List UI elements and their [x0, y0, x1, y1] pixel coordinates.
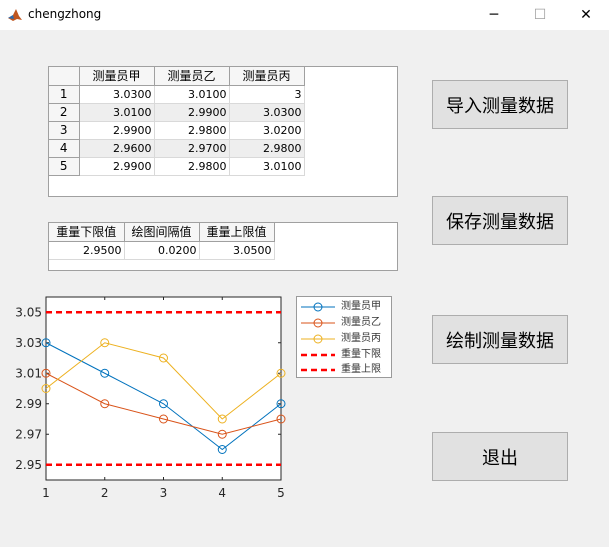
chart-legend[interactable]: 测量员甲 测量员乙 测量员丙 重量下限 重量上限: [296, 296, 392, 378]
series-layer: [41, 311, 286, 466]
import-data-button[interactable]: 导入测量数据: [432, 80, 568, 129]
data-point: [217, 445, 227, 454]
legend-label: 重量下限: [341, 349, 381, 360]
x-tick-label: 2: [101, 486, 109, 500]
table-cell[interactable]: 3.0200: [229, 121, 305, 140]
table-cell[interactable]: 0.0200: [124, 241, 200, 260]
x-tick-label: 4: [218, 486, 226, 500]
table-cell[interactable]: 2.9500: [49, 241, 125, 260]
table-cell[interactable]: 2.9800: [229, 139, 305, 158]
limits-table[interactable]: 重量下限值 绘图间隔值 重量上限值 2.9500 0.0200 3.0500: [49, 223, 275, 260]
row-header[interactable]: 5: [49, 157, 80, 176]
data-point: [276, 368, 286, 378]
series-line-2: [45, 372, 282, 435]
x-tick-label: 3: [160, 486, 168, 500]
column-header[interactable]: 测量员丙: [229, 67, 305, 86]
legend-label: 测量员乙: [341, 317, 381, 328]
column-header[interactable]: 测量员乙: [154, 67, 230, 86]
maximize-button[interactable]: ☐: [517, 0, 563, 30]
y-tick-label: 3.05: [15, 305, 42, 319]
table-row[interactable]: 1 3.0300 3.0100 3: [49, 85, 305, 104]
y-tick-label: 3.03: [15, 336, 42, 350]
legend-swatch: [301, 334, 335, 344]
data-point: [217, 414, 227, 424]
row-header[interactable]: 1: [49, 85, 80, 104]
table-cell[interactable]: 2.9900: [79, 157, 155, 176]
x-tick-label: 1: [42, 486, 50, 500]
table-cell[interactable]: 3.0300: [79, 85, 155, 104]
table-cell[interactable]: 2.9600: [79, 139, 155, 158]
table-row[interactable]: 3 2.9900 2.9800 3.0200: [49, 121, 305, 140]
table-cell[interactable]: 3.0100: [79, 103, 155, 122]
exit-button[interactable]: 退出: [432, 432, 568, 481]
table-row[interactable]: 2 3.0100 2.9900 3.0300: [49, 103, 305, 122]
row-header[interactable]: 3: [49, 121, 80, 140]
legend-swatch: [301, 318, 335, 328]
table-cell[interactable]: 2.9800: [154, 121, 230, 140]
table-cell[interactable]: 3: [229, 85, 305, 104]
legend-label: 测量员丙: [341, 333, 381, 344]
y-tick-label: 3.01: [15, 366, 42, 380]
table-cell[interactable]: 2.9900: [79, 121, 155, 140]
column-header[interactable]: 测量员甲: [79, 67, 155, 86]
close-button[interactable]: ✕: [563, 0, 609, 30]
title-bar: chengzhong ─ ☐ ✕: [0, 0, 609, 30]
data-point: [100, 399, 110, 409]
table-cell[interactable]: 3.0500: [199, 241, 275, 260]
legend-swatch: [301, 302, 335, 312]
data-point: [159, 414, 168, 424]
legend-item: 重量上限: [297, 363, 393, 377]
plot-area: [45, 296, 282, 481]
series-line-1: [45, 342, 282, 451]
table-row[interactable]: 4 2.9600 2.9700 2.9800: [49, 139, 305, 158]
table-row[interactable]: 5 2.9900 2.9800 3.0100: [49, 157, 305, 176]
row-header[interactable]: 2: [49, 103, 80, 122]
x-tick-label: 5: [277, 486, 285, 500]
row-header[interactable]: 4: [49, 139, 80, 158]
column-header[interactable]: 重量下限值: [49, 223, 125, 242]
column-header[interactable]: 绘图间隔值: [124, 223, 200, 242]
data-point: [276, 399, 286, 409]
data-point: [276, 414, 286, 424]
column-header[interactable]: 重量上限值: [199, 223, 275, 242]
table-cell[interactable]: 3.0300: [229, 103, 305, 122]
y-tick-label: 2.99: [15, 397, 42, 411]
table-cell[interactable]: 3.0100: [229, 157, 305, 176]
data-point: [217, 429, 227, 439]
legend-label: 重量上限: [341, 364, 381, 375]
table-cell[interactable]: 2.9700: [154, 139, 230, 158]
axis-ticks: [45, 297, 282, 480]
data-point: [159, 399, 168, 409]
y-tick-label: 2.95: [15, 458, 42, 472]
data-point: [100, 368, 110, 378]
plot-data-button[interactable]: 绘制测量数据: [432, 315, 568, 364]
data-table-panel[interactable]: 测量员甲 测量员乙 测量员丙 1 3.0300 3.0100 3 2 3.010…: [48, 66, 398, 197]
legend-swatch: [301, 368, 335, 372]
series-line-3: [45, 342, 282, 420]
data-point: [41, 368, 51, 378]
data-point: [159, 353, 168, 363]
legend-swatch: [301, 353, 335, 357]
table-cell[interactable]: 3.0100: [154, 85, 230, 104]
legend-label: 测量员甲: [341, 301, 381, 312]
legend-item: 测量员乙: [297, 316, 393, 330]
data-point: [41, 384, 51, 393]
data-point: [100, 338, 110, 348]
data-table[interactable]: 测量员甲 测量员乙 测量员丙 1 3.0300 3.0100 3 2 3.010…: [49, 67, 305, 176]
table-cell[interactable]: 2.9800: [154, 157, 230, 176]
limits-table-panel[interactable]: 重量下限值 绘图间隔值 重量上限值 2.9500 0.0200 3.0500: [48, 222, 398, 271]
save-data-button[interactable]: 保存测量数据: [432, 196, 568, 245]
minimize-button[interactable]: ─: [471, 0, 517, 30]
data-point: [41, 338, 51, 348]
y-tick-label: 2.97: [15, 427, 42, 441]
table-row[interactable]: 2.9500 0.0200 3.0500: [49, 241, 275, 260]
table-cell[interactable]: 2.9900: [154, 103, 230, 122]
tick-labels: 1 2 3 4 5 2.95 2.97 2.99 3.01 3.03 3.05: [15, 305, 285, 500]
legend-item: 测量员丙: [297, 332, 393, 346]
corner-header: [49, 67, 80, 86]
matlab-icon: [7, 7, 23, 23]
legend-item: 重量下限: [297, 348, 393, 362]
legend-item: 测量员甲: [297, 300, 393, 314]
window-title: chengzhong: [28, 7, 102, 21]
